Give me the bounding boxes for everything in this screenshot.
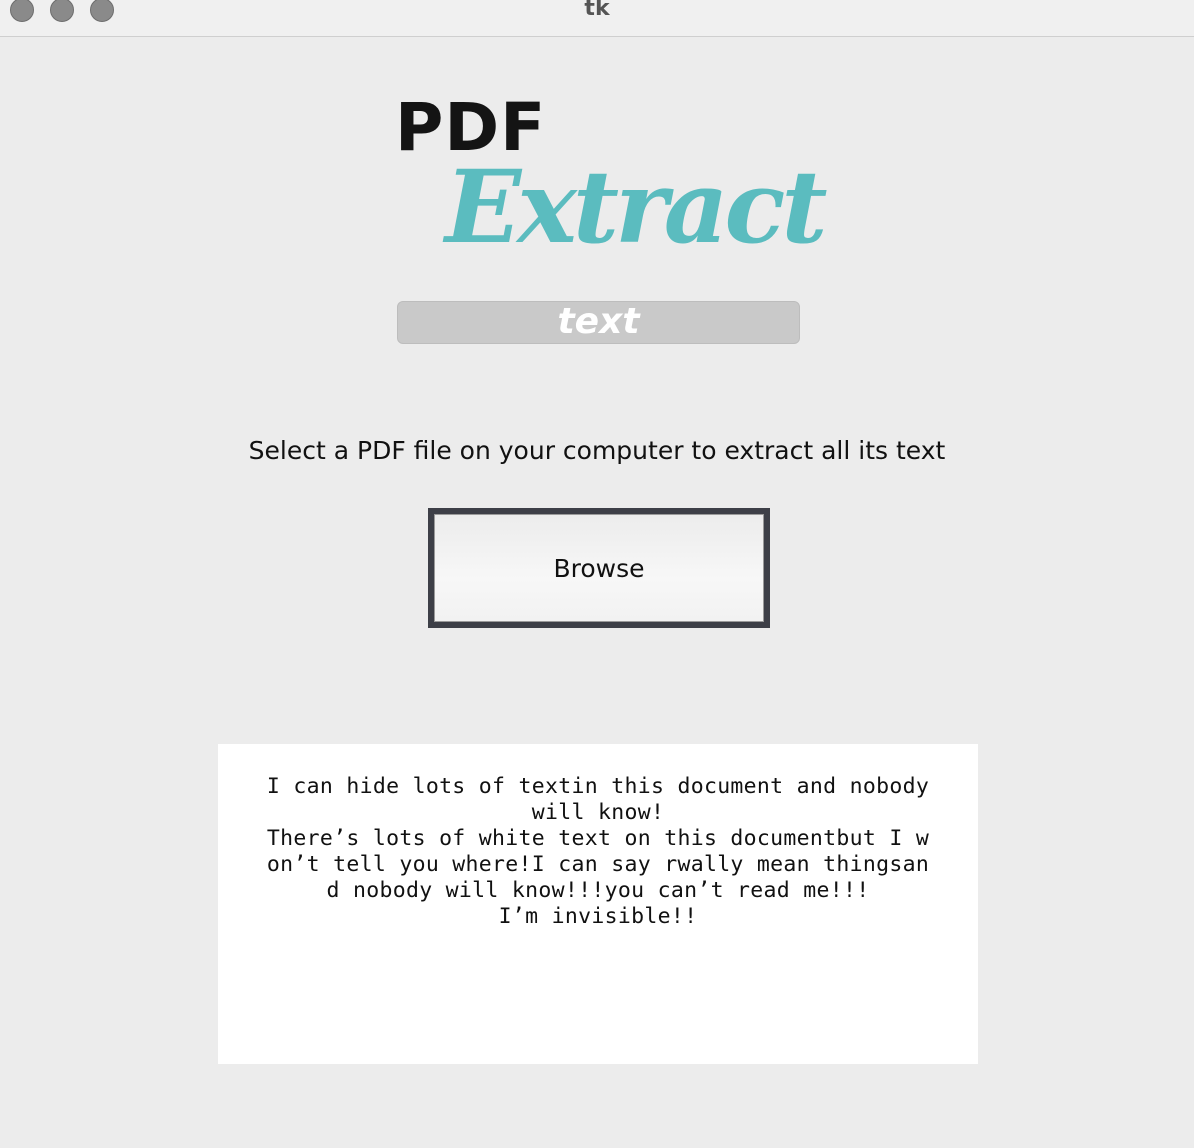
output-line: I’m invisible!!: [498, 904, 698, 929]
pdf-extract-logo: PDF Extract text: [395, 95, 828, 350]
app-window: tk PDF Extract text Select a PDF file on…: [0, 0, 1194, 1148]
extracted-text-area[interactable]: I can hide lots of textin this document …: [218, 744, 978, 1064]
output-line: on’t tell you where!I can say rwally mea…: [266, 852, 930, 877]
output-line: will know!: [531, 800, 665, 825]
browse-button[interactable]: Browse: [434, 514, 764, 622]
browse-button-frame: Browse: [428, 508, 770, 628]
logo-text-bar: text: [397, 301, 800, 344]
instruction-label: Select a PDF file on your computer to ex…: [248, 436, 946, 465]
output-line: d nobody will know!!!you can’t read me!!…: [326, 878, 870, 903]
output-line: There’s lots of white text on this docum…: [266, 826, 930, 851]
output-line: I can hide lots of textin this document …: [266, 774, 930, 799]
title-bar: tk: [0, 0, 1194, 37]
logo-extract-text: Extract: [445, 148, 828, 266]
logo-bar-label: text: [557, 301, 640, 342]
window-title: tk: [584, 0, 610, 21]
